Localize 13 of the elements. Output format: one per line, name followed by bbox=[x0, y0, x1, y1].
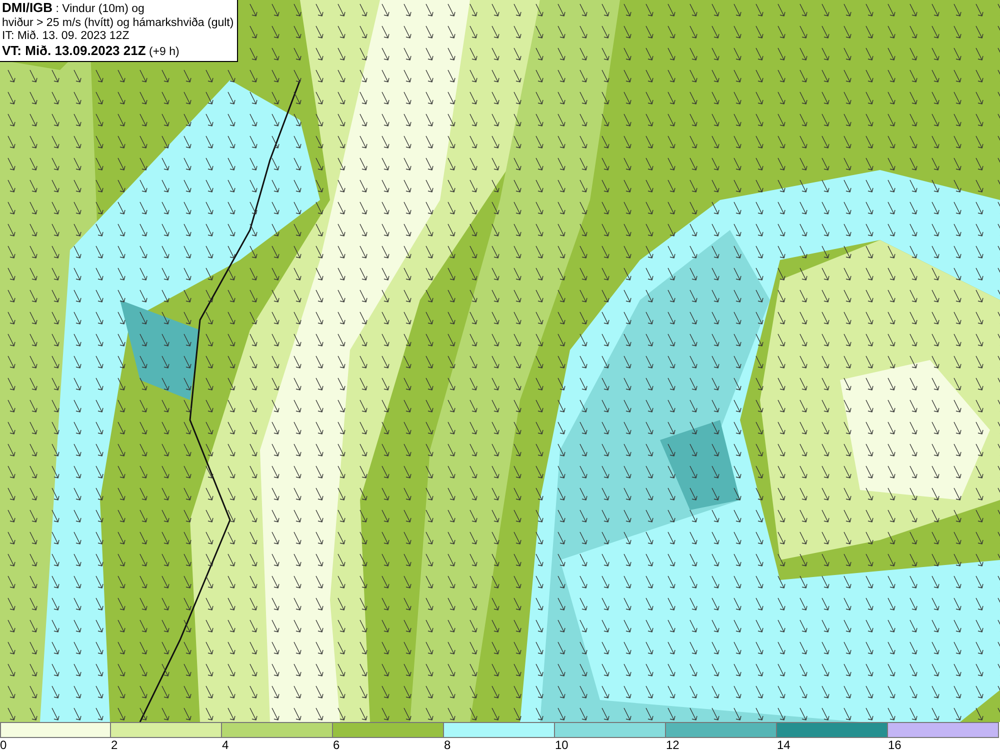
legend-tick-label: 6 bbox=[333, 738, 340, 753]
info-line: hviður > 25 m/s (hvítt) og hámarkshviða (gult) bbox=[2, 16, 234, 30]
legend-tick-label: 12 bbox=[666, 738, 680, 753]
legend-tick-label: 0 bbox=[0, 738, 7, 753]
legend-tick-label: 8 bbox=[444, 738, 451, 753]
info-line: IT: Mið. 13. 09. 2023 12Z bbox=[2, 30, 130, 44]
legend-tick-label: 14 bbox=[777, 738, 790, 753]
legend-tick-label: 16 bbox=[888, 738, 902, 753]
info-line: DMI/IGB : Vindur (10m) og bbox=[2, 1, 146, 16]
legend-tick-label: 2 bbox=[111, 738, 118, 753]
info-line: VT: Mið. 13.09.2023 21Z (+9 h) bbox=[2, 44, 180, 59]
legend-tick-label: 10 bbox=[555, 738, 568, 753]
legend-tick-label: 4 bbox=[222, 738, 229, 753]
